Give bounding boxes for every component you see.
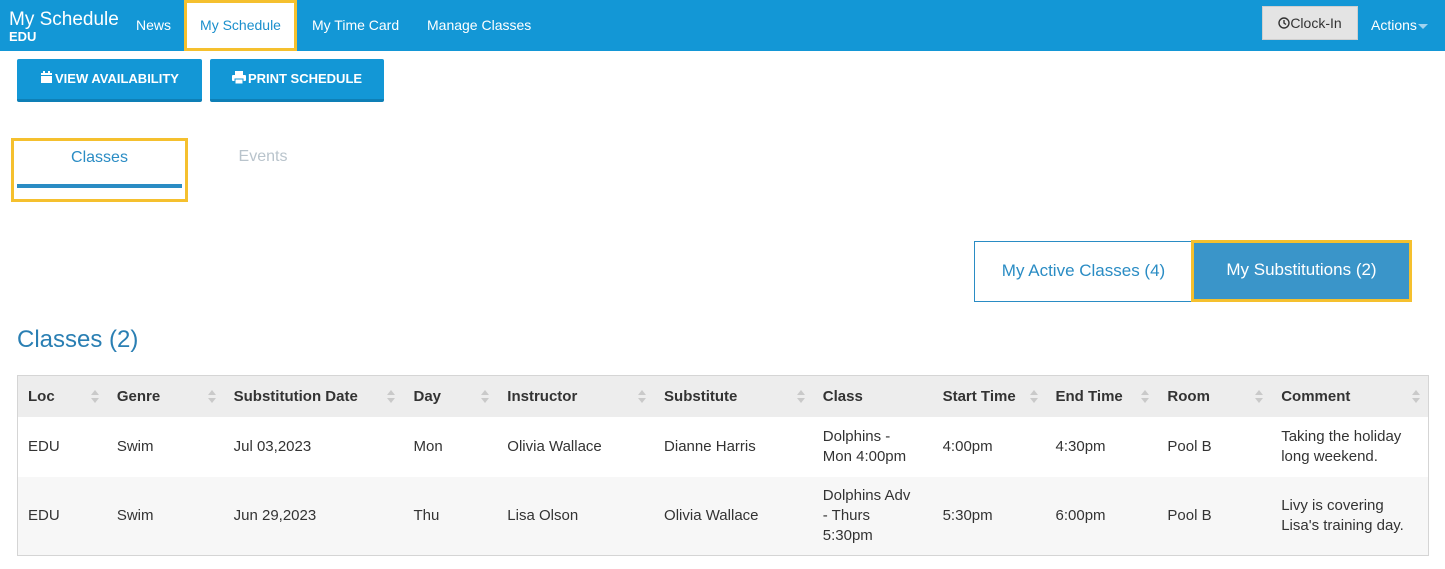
- cell-day: Thu: [413, 507, 440, 524]
- cell-comment: Livy is covering Lisa's training day.: [1271, 477, 1428, 555]
- tab-classes-label: Classes: [71, 149, 128, 166]
- cell-substitution-date: Jun 29,2023: [233, 507, 317, 524]
- column-label: End Time: [1055, 388, 1123, 405]
- cell-room: Pool B: [1167, 438, 1212, 455]
- table-row: EDU Swim Jul 03,2023 Mon Olivia Wallace …: [18, 417, 1428, 477]
- actions-label: Actions: [1371, 17, 1417, 33]
- column-header-substitute[interactable]: Substitute: [654, 376, 813, 417]
- sort-icon: [1255, 390, 1264, 404]
- column-label: Day: [413, 388, 442, 405]
- column-label: Loc: [28, 388, 55, 405]
- sort-icon: [796, 390, 805, 404]
- cell-day: Mon: [413, 438, 443, 455]
- class-line: 5:30pm: [822, 527, 873, 544]
- brand[interactable]: My Schedule EDU: [9, 9, 119, 43]
- cell-instructor: Olivia Wallace: [507, 438, 602, 455]
- sort-icon: [481, 390, 490, 404]
- column-header-day[interactable]: Day: [403, 376, 497, 417]
- column-header-loc[interactable]: Loc: [18, 376, 107, 417]
- cell-end-time: 4:30pm: [1055, 438, 1106, 455]
- cell-comment: Taking the holiday long weekend.: [1271, 417, 1428, 477]
- comment-line: Taking the holiday: [1281, 428, 1402, 445]
- sort-icon: [1141, 390, 1150, 404]
- column-header-substitution-date[interactable]: Substitution Date: [224, 376, 404, 417]
- cell-loc: EDU: [28, 507, 60, 524]
- table-row: EDU Swim Jun 29,2023 Thu Lisa Olson Oliv…: [18, 477, 1428, 555]
- nav-item-my-schedule[interactable]: My Schedule: [184, 0, 297, 51]
- tab-active-indicator: [17, 184, 182, 188]
- view-availability-label: VIEW AVAILABILITY: [55, 71, 179, 86]
- chevron-down-icon: [1417, 23, 1428, 29]
- my-substitutions-toggle[interactable]: My Substitutions (2): [1191, 240, 1412, 302]
- column-header-class[interactable]: Class: [813, 376, 933, 417]
- tab-events[interactable]: Events: [188, 139, 338, 199]
- cell-end-time: 6:00pm: [1055, 507, 1106, 524]
- column-label: Start Time: [942, 388, 1016, 405]
- cell-room: Pool B: [1167, 507, 1212, 524]
- cell-loc: EDU: [28, 438, 60, 455]
- nav-item-news[interactable]: News: [136, 0, 171, 51]
- sort-icon: [207, 390, 216, 404]
- column-header-end-time[interactable]: End Time: [1046, 376, 1158, 417]
- class-line: Dolphins Adv: [822, 487, 911, 504]
- column-header-genre[interactable]: Genre: [107, 376, 224, 417]
- tab-classes[interactable]: Classes: [11, 138, 188, 202]
- column-label: Genre: [116, 388, 161, 405]
- column-header-comment[interactable]: Comment: [1271, 376, 1428, 417]
- sort-icon: [1412, 390, 1420, 404]
- brand-location: EDU: [9, 29, 37, 44]
- comment-line: Lisa's training day.: [1281, 517, 1404, 534]
- cell-genre: Swim: [116, 507, 154, 524]
- brand-title: My Schedule: [9, 9, 119, 30]
- column-label: Comment: [1281, 388, 1351, 405]
- column-header-instructor[interactable]: Instructor: [497, 376, 654, 417]
- clock-in-label: Clock-In: [1290, 15, 1342, 31]
- class-line: Dolphins -: [822, 428, 891, 445]
- substitutions-table: Loc Genre Substitution Date Day Instruct…: [17, 375, 1429, 556]
- clock-in-button[interactable]: Clock-In: [1262, 6, 1358, 40]
- class-line: - Thurs: [822, 507, 870, 524]
- cell-substitute: Olivia Wallace: [664, 507, 759, 524]
- column-label: Class: [822, 388, 863, 405]
- class-line: Mon 4:00pm: [822, 448, 907, 465]
- cell-start-time: 4:00pm: [942, 438, 993, 455]
- sort-icon: [90, 390, 99, 404]
- column-header-start-time[interactable]: Start Time: [933, 376, 1046, 417]
- cell-class: Dolphins Adv - Thurs 5:30pm: [813, 477, 933, 555]
- column-label: Substitute: [664, 388, 738, 405]
- actions-dropdown[interactable]: Actions: [1371, 0, 1428, 51]
- cell-genre: Swim: [116, 438, 154, 455]
- my-active-classes-toggle[interactable]: My Active Classes (4): [974, 241, 1193, 302]
- sort-icon: [1029, 390, 1038, 404]
- section-heading: Classes (2): [17, 326, 139, 353]
- cell-substitution-date: Jul 03,2023: [233, 438, 312, 455]
- comment-line: long weekend.: [1281, 448, 1378, 465]
- sort-icon: [387, 390, 396, 404]
- clock-icon: [1278, 17, 1291, 29]
- calendar-icon: [41, 71, 52, 84]
- column-header-room[interactable]: Room: [1157, 376, 1271, 417]
- nav-item-my-time-card[interactable]: My Time Card: [312, 0, 399, 51]
- cell-substitute: Dianne Harris: [664, 438, 756, 455]
- comment-line: Livy is covering: [1281, 497, 1384, 514]
- cell-start-time: 5:30pm: [942, 507, 993, 524]
- view-availability-button[interactable]: VIEW AVAILABILITY: [17, 59, 202, 102]
- column-label: Instructor: [507, 388, 578, 405]
- print-icon: [231, 71, 246, 85]
- print-schedule-button[interactable]: PRINT SCHEDULE: [210, 59, 384, 102]
- cell-instructor: Lisa Olson: [507, 507, 579, 524]
- cell-class: Dolphins - Mon 4:00pm: [813, 417, 933, 477]
- sort-icon: [638, 390, 647, 404]
- column-label: Substitution Date: [233, 388, 358, 405]
- nav-item-manage-classes[interactable]: Manage Classes: [427, 0, 531, 51]
- tab-events-label: Events: [238, 148, 288, 165]
- column-label: Room: [1167, 388, 1210, 405]
- print-schedule-label: PRINT SCHEDULE: [247, 71, 363, 86]
- top-navbar: My Schedule EDU News My Schedule My Time…: [0, 0, 1445, 51]
- table-header-row: Loc Genre Substitution Date Day Instruct…: [18, 376, 1428, 417]
